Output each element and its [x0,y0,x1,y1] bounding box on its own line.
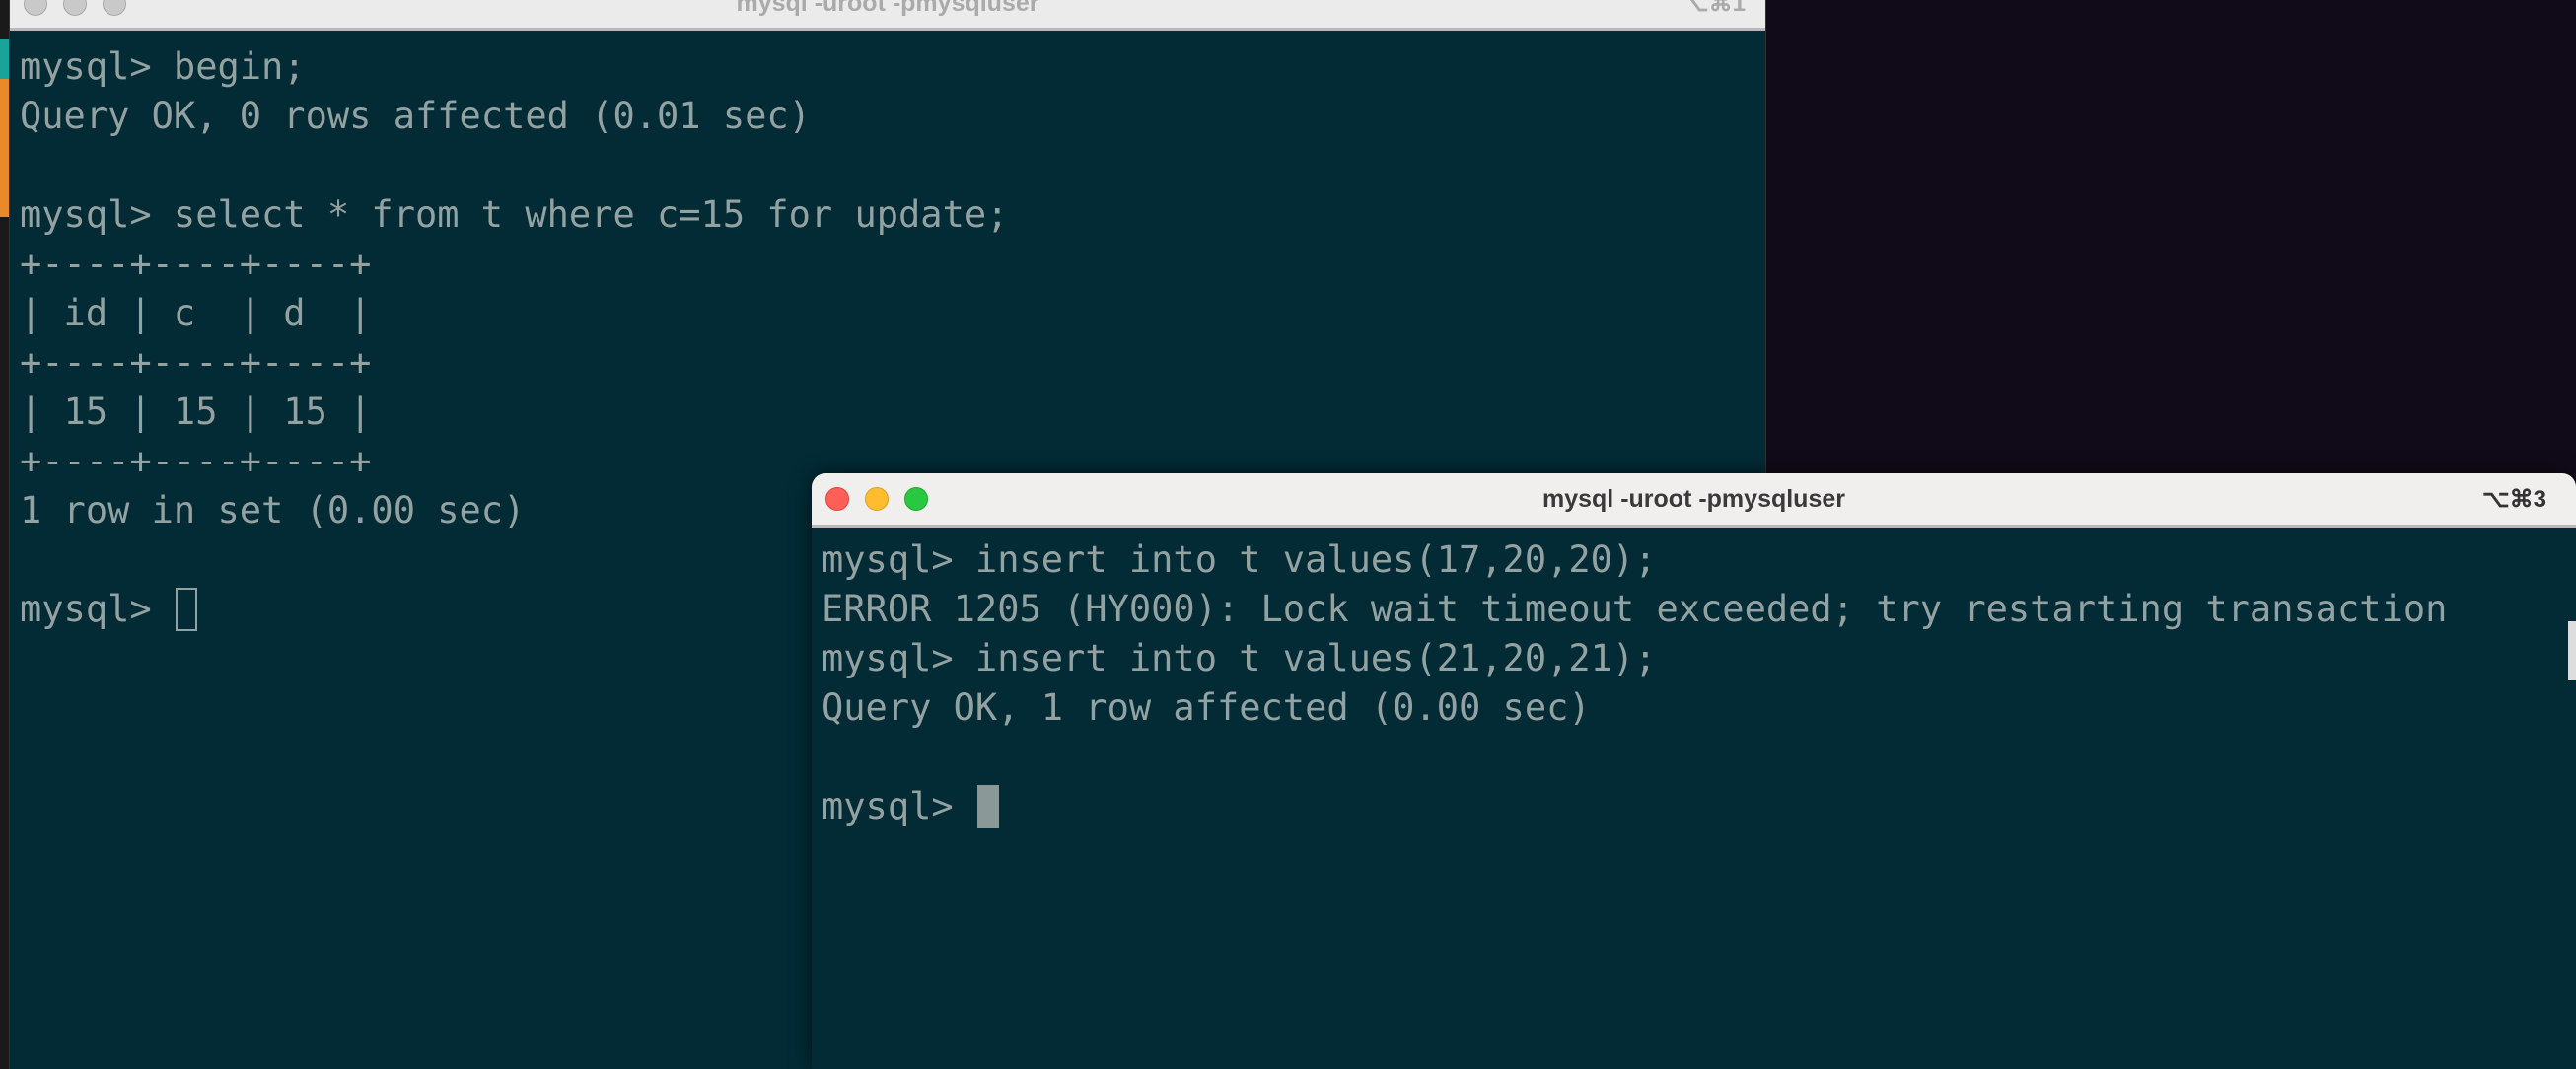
prompt-line[interactable]: mysql> [822,782,2576,831]
window-title: mysql -uroot -pmysqluser [1542,484,1845,513]
output-line: +----+----+----+ [20,243,372,285]
window-shortcut: ⌥⌘1 [1681,0,1746,17]
output-line: mysql> select * from t where c=15 for up… [20,193,1009,236]
output-line: mysql> insert into t values(17,20,20); [822,538,1657,581]
output-line: | id | c | d | [20,292,372,334]
window-shortcut: ⌥⌘3 [2481,485,2546,513]
output-line: Query OK, 1 row affected (0.00 sec) [822,686,1591,729]
window-title: mysql -uroot -pmysqluser [736,0,1039,17]
terminal-window-front[interactable]: mysql -uroot -pmysqluser ⌥⌘3 mysql> inse… [812,473,2576,1069]
close-button[interactable] [24,0,47,16]
title-bar[interactable]: mysql -uroot -pmysqluser ⌥⌘3 [812,473,2576,528]
minimize-button[interactable] [865,487,889,511]
title-bar[interactable]: mysql -uroot -pmysqluser ⌥⌘1 [10,0,1765,31]
terminal-output[interactable]: mysql> insert into t values(17,20,20); E… [812,528,2576,831]
minimize-button[interactable] [63,0,87,16]
output-line: | 15 | 15 | 15 | [20,391,372,433]
zoom-button[interactable] [904,487,928,511]
output-line: mysql> insert into t values(21,20,21); [822,637,1657,679]
prompt: mysql> [822,785,975,827]
cursor [976,785,999,828]
prompt: mysql> [20,588,174,630]
output-line: Query OK, 0 rows affected (0.01 sec) [20,95,811,137]
output-line: ERROR 1205 (HY000): Lock wait timeout ex… [822,588,2448,630]
cursor [175,588,197,631]
close-button[interactable] [825,487,849,511]
scrollbar[interactable] [2568,621,2576,680]
output-line: mysql> begin; [20,45,306,88]
output-line: +----+----+----+ [20,341,372,384]
zoom-button[interactable] [103,0,126,16]
